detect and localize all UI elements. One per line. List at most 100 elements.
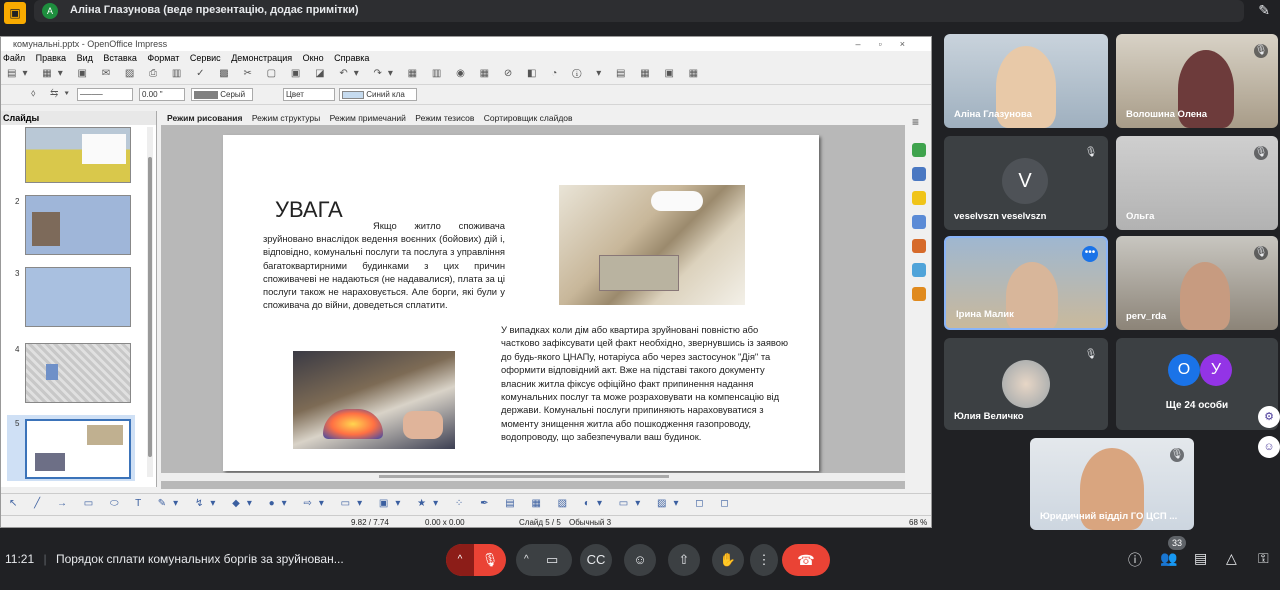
divider: | — [43, 552, 47, 566]
window-controls[interactable]: –▫× — [856, 37, 923, 51]
slides-pane-scrollbar[interactable] — [147, 127, 153, 477]
properties-icon[interactable] — [912, 143, 926, 157]
status-size: 0.00 x 0.00 — [425, 518, 465, 527]
slide-transition-icon[interactable] — [912, 215, 926, 229]
side-panel-icon[interactable]: ⚙ — [1258, 406, 1280, 428]
chat-icon[interactable]: ▤ — [1194, 550, 1207, 567]
menu-slideshow[interactable]: Демонстрация — [231, 53, 292, 63]
layout-icon[interactable] — [912, 167, 926, 181]
participant-7-avatar — [1002, 360, 1050, 408]
line-style-select[interactable]: ──── — [77, 88, 133, 101]
camera-icon[interactable]: ▭ — [546, 544, 558, 576]
tab-notes-view[interactable]: Режим примечаний — [330, 113, 406, 123]
slide-thumbnail-4[interactable] — [25, 343, 131, 403]
slide-thumbnail-2[interactable] — [25, 195, 131, 255]
slide-paragraph-1: Якщо житло споживача зруйновано внаслідо… — [263, 220, 505, 311]
flame-shape — [323, 409, 383, 439]
tab-outline-view[interactable]: Режим структуры — [252, 113, 320, 123]
menu-file[interactable]: Файл — [3, 53, 25, 63]
slide-thumbnail-3[interactable] — [25, 267, 131, 327]
tab-drawing-view[interactable]: Режим рисования — [167, 113, 242, 123]
participant-5-name: Ірина Малик — [956, 309, 1014, 320]
people-icon[interactable]: 👥 — [1160, 550, 1177, 567]
animation-icon[interactable] — [912, 239, 926, 253]
area-type-select[interactable]: Цвет — [283, 88, 335, 101]
slide-number-5: 5 — [15, 419, 20, 428]
more-options-icon[interactable]: ••• — [1082, 246, 1098, 262]
menu-format[interactable]: Формат — [147, 53, 179, 63]
end-call-button[interactable]: ☎ — [782, 544, 830, 576]
money-photo — [559, 185, 745, 305]
more-options-button[interactable]: ⋮ — [750, 544, 778, 576]
area-color-select[interactable]: Синий кла — [339, 88, 417, 101]
activities-icon[interactable]: △ — [1226, 550, 1237, 567]
standard-toolbar-icons[interactable]: ▤▾ ▦▾ ▣ ✉ ▨ ⎙ ▥ ✓ ▩ ✂ ▢ ▣ ◪ ↶▾ ↷▾ ▦ ▥ ◉ … — [7, 68, 704, 79]
self-view-tile[interactable]: 🎙 Юридичний відділ ГО ЦСП ... — [1030, 438, 1194, 530]
host-controls-icon[interactable]: ⚿ — [1258, 550, 1269, 567]
participant-tile-4[interactable]: 🎙 Ольга — [1116, 136, 1278, 230]
mic-off-icon[interactable]: 🎙 — [474, 544, 506, 576]
participant-tile-2[interactable]: 🎙 Волошина Олена — [1116, 34, 1278, 128]
present-button[interactable]: ⇧ — [668, 544, 700, 576]
meet-bottom-bar: 11:21 | Порядок сплати комунальних боргі… — [0, 532, 1280, 590]
slide-thumbnail-1[interactable] — [25, 127, 131, 183]
info-icon[interactable]: ⓘ — [1128, 550, 1142, 570]
horizontal-scroll-handle[interactable] — [379, 475, 669, 478]
participant-tile-3[interactable]: 🎙 V veselvszn veselvszn — [944, 136, 1108, 230]
presentation-icon[interactable]: ▣ — [4, 2, 26, 24]
menu-window[interactable]: Окно — [303, 53, 324, 63]
presenter-avatar: А — [42, 3, 58, 19]
emoji-button[interactable]: ☺ — [624, 544, 656, 576]
microphone-toggle[interactable]: ^ 🎙 — [446, 544, 506, 576]
participants-count-badge: 33 — [1168, 536, 1186, 550]
line-style-icons[interactable]: ⬨ ⇆▾ — [31, 88, 75, 99]
menu-help[interactable]: Справка — [334, 53, 369, 63]
navigator-icon[interactable] — [912, 263, 926, 277]
raise-hand-button[interactable]: ✋ — [712, 544, 744, 576]
menu-insert[interactable]: Вставка — [103, 53, 136, 63]
slide-number-4: 4 — [15, 345, 20, 354]
captions-button[interactable]: CC — [580, 544, 612, 576]
more-participants-tile[interactable]: О У Ще 24 особи — [1116, 338, 1278, 430]
lightbulb-shape — [651, 191, 703, 211]
mic-off-icon: 🎙 — [1084, 349, 1098, 360]
impress-window: комунальні.pptx - OpenOffice Impress –▫×… — [0, 36, 932, 528]
slide-paragraph-2: У випадках коли дім або квартира зруйнов… — [501, 324, 789, 443]
gallery-icon[interactable] — [912, 287, 926, 301]
camera-toggle[interactable]: ^ ▭ — [516, 544, 572, 576]
tab-handout-view[interactable]: Режим тезисов — [415, 113, 474, 123]
side-panel-icon-2[interactable]: ☺ — [1258, 436, 1280, 458]
participant-3-name: veselvszn veselvszn — [954, 211, 1047, 222]
participant-3-avatar: V — [1002, 158, 1048, 204]
horizontal-scrollbar[interactable] — [159, 473, 905, 481]
area-color-label: Синий кла — [366, 90, 405, 99]
status-position: 9.82 / 7.74 — [351, 518, 389, 527]
menu-edit[interactable]: Правка — [36, 53, 66, 63]
more-participants-label: Ще 24 особи — [1165, 400, 1229, 411]
menu-tools[interactable]: Сервис — [190, 53, 221, 63]
status-layout: Обычный 3 — [569, 518, 612, 527]
view-tabs: Режим рисования Режим структуры Режим пр… — [161, 111, 905, 125]
star-icon[interactable] — [912, 191, 926, 205]
menu-view[interactable]: Вид — [77, 53, 93, 63]
participant-tile-7[interactable]: 🎙 Юлия Величко — [944, 338, 1108, 430]
participant-tile-5[interactable]: ••• Ірина Малик — [944, 236, 1108, 330]
slide-thumbnail-5[interactable] — [25, 419, 131, 479]
participant-tile-6[interactable]: 🎙 perv_rda — [1116, 236, 1278, 330]
participant-6-video — [1180, 262, 1230, 330]
drawing-toolbar[interactable]: ↖ ╱ → ▭ ⬭ T ✎▾ ↯▾ ◆▾ ●▾ ⇨▾ ▭▾ ▣▾ ★▾ ⁘ ✒ … — [1, 493, 931, 513]
participant-tile-1[interactable]: Аліна Глазунова — [944, 34, 1108, 128]
menu-lines-icon[interactable]: ≡ — [912, 115, 919, 129]
chevron-up-icon[interactable]: ^ — [524, 544, 529, 576]
line-width-field[interactable]: 0.00 " — [139, 88, 185, 101]
slide-number-2: 2 — [15, 197, 20, 206]
chevron-up-icon[interactable]: ^ — [446, 544, 474, 576]
slides-scroll-handle[interactable] — [148, 157, 152, 457]
line-fill-toolbar: ⬨ ⇆▾ ──── 0.00 " Серый Цвет Синий кла — [1, 85, 931, 105]
current-slide[interactable]: УВАГА Якщо житло споживача зруйновано вн… — [223, 135, 819, 471]
annotate-icon[interactable]: ✎ — [1258, 2, 1270, 19]
tab-slide-sorter[interactable]: Сортировщик слайдов — [484, 113, 573, 123]
line-color-select[interactable]: Серый — [191, 88, 253, 101]
presenter-text: Аліна Глазунова (веде презентацію, додає… — [70, 4, 359, 16]
more-avatar-u: У — [1200, 354, 1232, 386]
